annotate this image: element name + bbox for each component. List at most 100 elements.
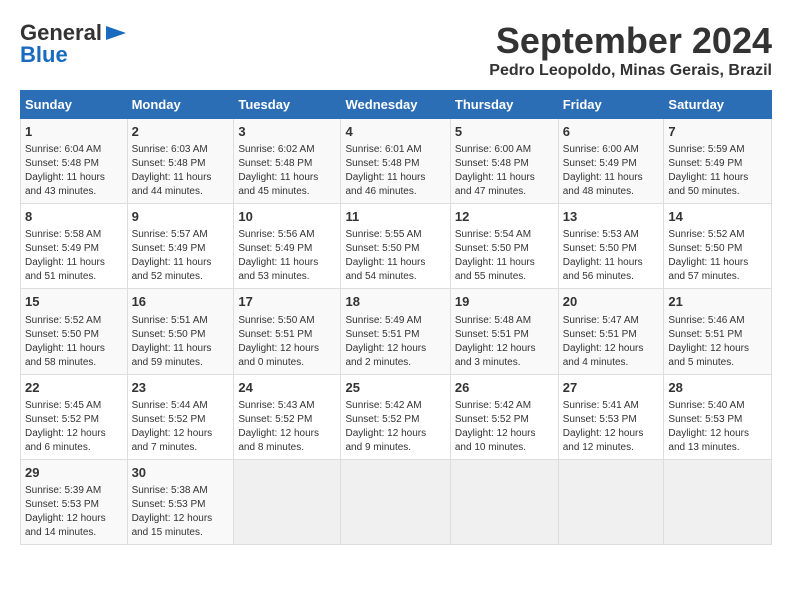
- day-number: 7: [668, 123, 767, 141]
- table-row: 16 Sunrise: 5:51 AM Sunset: 5:50 PM Dayli…: [127, 289, 234, 374]
- table-row: 13Sunrise: 5:53 AM Sunset: 5:50 PM Dayli…: [558, 204, 664, 289]
- day-info: Sunrise: 5:39 AM Sunset: 5:53 PM Dayligh…: [25, 484, 123, 540]
- table-row: 7 Sunrise: 5:59 AM Sunset: 5:49 PM Daylig…: [664, 119, 772, 204]
- day-info: Sunrise: 6:00 AM Sunset: 5:48 PM Dayligh…: [455, 143, 554, 199]
- day-info: Sunrise: 5:58 AM Sunset: 5:49 PM Dayligh…: [25, 228, 123, 284]
- table-row: [341, 459, 450, 544]
- day-number: 13: [563, 208, 660, 226]
- day-number: 30: [132, 464, 230, 482]
- table-row: 3 Sunrise: 6:02 AM Sunset: 5:48 PM Daylig…: [234, 119, 341, 204]
- day-number: 11: [345, 208, 445, 226]
- day-info: Sunrise: 5:52 AM Sunset: 5:50 PM Dayligh…: [668, 228, 767, 284]
- calendar-row: 22 Sunrise: 5:45 AM Sunset: 5:52 PM Dayli…: [21, 374, 772, 459]
- page-header: General Blue September 2024 Pedro Leopol…: [20, 20, 772, 80]
- day-info: Sunrise: 5:55 AM Sunset: 5:50 PM Dayligh…: [345, 228, 445, 284]
- table-row: 26 Sunrise: 5:42 AM Sunset: 5:52 PM Dayli…: [450, 374, 558, 459]
- table-row: 23 Sunrise: 5:44 AM Sunset: 5:52 PM Dayli…: [127, 374, 234, 459]
- day-number: 26: [455, 379, 554, 397]
- day-info: Sunrise: 5:48 AM Sunset: 5:51 PM Dayligh…: [455, 314, 554, 370]
- day-info: Sunrise: 5:47 AM Sunset: 5:51 PM Dayligh…: [563, 314, 660, 370]
- table-row: 21Sunrise: 5:46 AM Sunset: 5:51 PM Dayli…: [664, 289, 772, 374]
- table-row: 22 Sunrise: 5:45 AM Sunset: 5:52 PM Dayli…: [21, 374, 128, 459]
- table-row: 11 Sunrise: 5:55 AM Sunset: 5:50 PM Dayli…: [341, 204, 450, 289]
- day-info: Sunrise: 5:49 AM Sunset: 5:51 PM Dayligh…: [345, 314, 445, 370]
- day-info: Sunrise: 5:41 AM Sunset: 5:53 PM Dayligh…: [563, 399, 660, 455]
- table-row: 8 Sunrise: 5:58 AM Sunset: 5:49 PM Daylig…: [21, 204, 128, 289]
- day-number: 24: [238, 379, 336, 397]
- day-number: 17: [238, 293, 336, 311]
- day-info: Sunrise: 5:38 AM Sunset: 5:53 PM Dayligh…: [132, 484, 230, 540]
- table-row: 9 Sunrise: 5:57 AM Sunset: 5:49 PM Daylig…: [127, 204, 234, 289]
- day-info: Sunrise: 5:42 AM Sunset: 5:52 PM Dayligh…: [345, 399, 445, 455]
- day-info: Sunrise: 5:54 AM Sunset: 5:50 PM Dayligh…: [455, 228, 554, 284]
- logo: General Blue: [20, 20, 130, 68]
- header-tuesday: Tuesday: [234, 91, 341, 119]
- table-row: [234, 459, 341, 544]
- logo-arrow-icon: [102, 24, 130, 42]
- day-number: 12: [455, 208, 554, 226]
- calendar-row: 8 Sunrise: 5:58 AM Sunset: 5:49 PM Daylig…: [21, 204, 772, 289]
- day-info: Sunrise: 5:43 AM Sunset: 5:52 PM Dayligh…: [238, 399, 336, 455]
- table-row: 18 Sunrise: 5:49 AM Sunset: 5:51 PM Dayli…: [341, 289, 450, 374]
- day-number: 15: [25, 293, 123, 311]
- table-row: 1 Sunrise: 6:04 AM Sunset: 5:48 PM Daylig…: [21, 119, 128, 204]
- month-title: September 2024: [489, 20, 772, 62]
- table-row: 28 Sunrise: 5:40 AM Sunset: 5:53 PM Dayli…: [664, 374, 772, 459]
- calendar-row: 15Sunrise: 5:52 AM Sunset: 5:50 PM Dayli…: [21, 289, 772, 374]
- day-number: 16: [132, 293, 230, 311]
- table-row: 14 Sunrise: 5:52 AM Sunset: 5:50 PM Dayli…: [664, 204, 772, 289]
- day-info: Sunrise: 5:42 AM Sunset: 5:52 PM Dayligh…: [455, 399, 554, 455]
- header-monday: Monday: [127, 91, 234, 119]
- table-row: 17Sunrise: 5:50 AM Sunset: 5:51 PM Dayli…: [234, 289, 341, 374]
- header-friday: Friday: [558, 91, 664, 119]
- day-info: Sunrise: 6:02 AM Sunset: 5:48 PM Dayligh…: [238, 143, 336, 199]
- table-row: 20Sunrise: 5:47 AM Sunset: 5:51 PM Dayli…: [558, 289, 664, 374]
- day-number: 27: [563, 379, 660, 397]
- day-info: Sunrise: 5:57 AM Sunset: 5:49 PM Dayligh…: [132, 228, 230, 284]
- day-number: 23: [132, 379, 230, 397]
- day-info: Sunrise: 5:45 AM Sunset: 5:52 PM Dayligh…: [25, 399, 123, 455]
- day-info: Sunrise: 5:40 AM Sunset: 5:53 PM Dayligh…: [668, 399, 767, 455]
- table-row: 24 Sunrise: 5:43 AM Sunset: 5:52 PM Dayli…: [234, 374, 341, 459]
- header-wednesday: Wednesday: [341, 91, 450, 119]
- day-number: 2: [132, 123, 230, 141]
- day-info: Sunrise: 6:00 AM Sunset: 5:49 PM Dayligh…: [563, 143, 660, 199]
- day-info: Sunrise: 5:44 AM Sunset: 5:52 PM Dayligh…: [132, 399, 230, 455]
- day-number: 1: [25, 123, 123, 141]
- calendar-table: Sunday Monday Tuesday Wednesday Thursday…: [20, 90, 772, 545]
- table-row: 30 Sunrise: 5:38 AM Sunset: 5:53 PM Dayli…: [127, 459, 234, 544]
- header-saturday: Saturday: [664, 91, 772, 119]
- day-number: 10: [238, 208, 336, 226]
- table-row: 27 Sunrise: 5:41 AM Sunset: 5:53 PM Dayli…: [558, 374, 664, 459]
- day-number: 4: [345, 123, 445, 141]
- day-info: Sunrise: 6:01 AM Sunset: 5:48 PM Dayligh…: [345, 143, 445, 199]
- calendar-header-row: Sunday Monday Tuesday Wednesday Thursday…: [21, 91, 772, 119]
- table-row: 19 Sunrise: 5:48 AM Sunset: 5:51 PM Dayli…: [450, 289, 558, 374]
- table-row: 25 Sunrise: 5:42 AM Sunset: 5:52 PM Dayli…: [341, 374, 450, 459]
- table-row: 15Sunrise: 5:52 AM Sunset: 5:50 PM Dayli…: [21, 289, 128, 374]
- table-row: 4 Sunrise: 6:01 AM Sunset: 5:48 PM Daylig…: [341, 119, 450, 204]
- day-number: 3: [238, 123, 336, 141]
- day-number: 19: [455, 293, 554, 311]
- day-number: 14: [668, 208, 767, 226]
- header-sunday: Sunday: [21, 91, 128, 119]
- day-info: Sunrise: 5:56 AM Sunset: 5:49 PM Dayligh…: [238, 228, 336, 284]
- day-number: 25: [345, 379, 445, 397]
- day-number: 9: [132, 208, 230, 226]
- day-number: 28: [668, 379, 767, 397]
- calendar-row: 29 Sunrise: 5:39 AM Sunset: 5:53 PM Dayli…: [21, 459, 772, 544]
- day-number: 29: [25, 464, 123, 482]
- title-area: September 2024 Pedro Leopoldo, Minas Ger…: [489, 20, 772, 80]
- day-info: Sunrise: 6:04 AM Sunset: 5:48 PM Dayligh…: [25, 143, 123, 199]
- table-row: 5Sunrise: 6:00 AM Sunset: 5:48 PM Daylig…: [450, 119, 558, 204]
- day-info: Sunrise: 5:59 AM Sunset: 5:49 PM Dayligh…: [668, 143, 767, 199]
- table-row: [558, 459, 664, 544]
- day-number: 21: [668, 293, 767, 311]
- day-info: Sunrise: 5:51 AM Sunset: 5:50 PM Dayligh…: [132, 314, 230, 370]
- day-number: 6: [563, 123, 660, 141]
- table-row: 6 Sunrise: 6:00 AM Sunset: 5:49 PM Daylig…: [558, 119, 664, 204]
- day-number: 8: [25, 208, 123, 226]
- day-number: 22: [25, 379, 123, 397]
- day-number: 18: [345, 293, 445, 311]
- table-row: 2Sunrise: 6:03 AM Sunset: 5:48 PM Daylig…: [127, 119, 234, 204]
